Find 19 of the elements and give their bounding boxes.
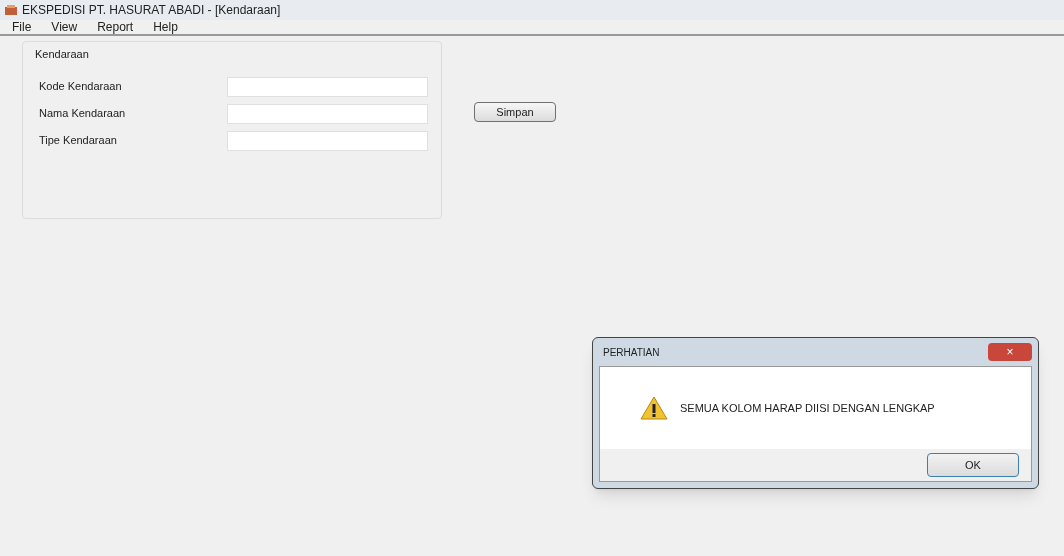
menu-item[interactable]: File: [12, 18, 32, 36]
group-title: Kendaraan: [35, 47, 90, 62]
dialog-title: PERHATIAN: [602, 345, 660, 360]
window-title: EKSPEDISI PT. HASURAT ABADI - [Kendaraan]: [22, 2, 281, 19]
save-button[interactable]: Simpan: [474, 102, 556, 122]
field-label: Nama Kendaraan: [39, 106, 127, 122]
ok-button[interactable]: OK: [927, 453, 1019, 477]
menu-item[interactable]: View: [51, 18, 78, 36]
app-icon: [4, 4, 18, 16]
field-label: Tipe Kendaraan: [39, 133, 118, 149]
dialog-message: SEMUA KOLOM HARAP DIISI DENGAN LENGKAP: [680, 400, 935, 416]
close-button[interactable]: ×: [988, 343, 1032, 361]
input-field[interactable]: [227, 76, 428, 97]
input-field[interactable]: [227, 130, 428, 151]
menu-item[interactable]: Report: [97, 18, 134, 36]
field-label: Kode Kendaraan: [39, 79, 123, 95]
input-field[interactable]: [227, 103, 428, 124]
menu-item[interactable]: Help: [153, 18, 178, 36]
warning-icon: [640, 396, 668, 420]
